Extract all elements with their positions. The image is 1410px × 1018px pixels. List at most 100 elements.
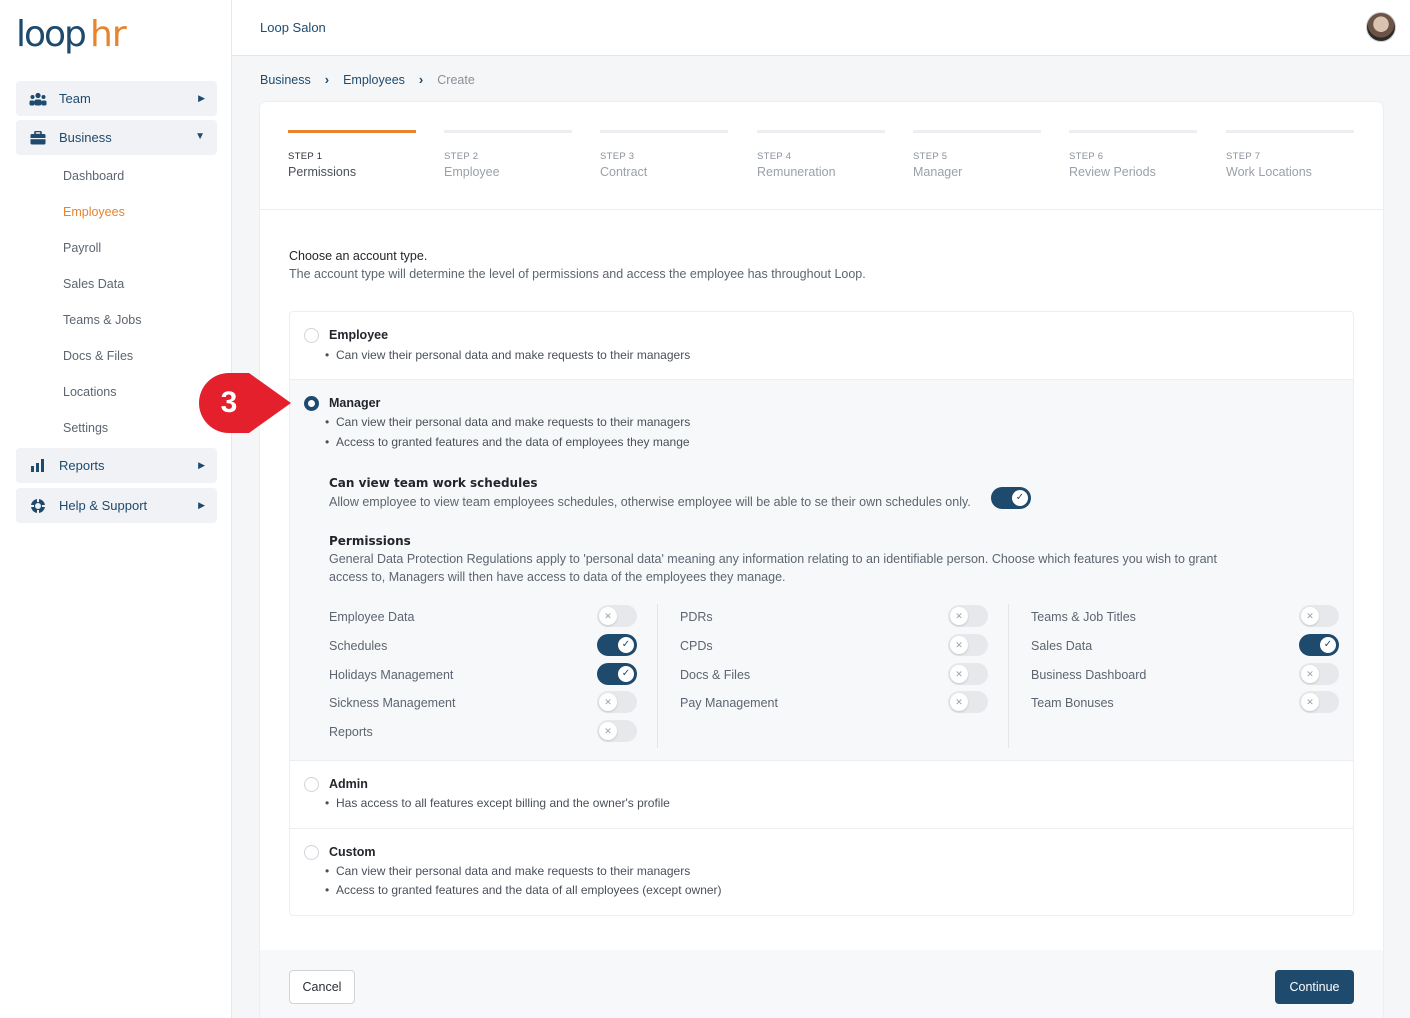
nav-reports[interactable]: Reports ▶ [16,448,217,483]
sidebar-item-employees[interactable]: Employees [63,205,125,219]
step-7[interactable]: STEP 7 Work Locations [1226,130,1354,179]
toggle-sickness[interactable]: ✕ [597,691,637,713]
step-number: STEP 7 [1226,151,1261,162]
sidebar-item-docs-files[interactable]: Docs & Files [63,349,133,363]
radio-custom[interactable] [304,845,319,860]
chevron-right-icon: › [324,72,330,87]
option-bullet: Access to granted features and the data … [325,435,690,449]
toggle-sales-data[interactable]: ✓ [1299,634,1339,656]
x-icon: ✕ [599,722,617,740]
radio-employee[interactable] [304,328,319,343]
toggle-pay-management[interactable]: ✕ [948,691,988,713]
toggle-reports[interactable]: ✕ [597,720,637,742]
perm-label-docs-files: Docs & Files [680,668,751,682]
step-name: Contract [600,165,648,179]
schedules-description: Allow employee to view team employees sc… [329,495,971,509]
sidebar-item-settings[interactable]: Settings [63,421,108,435]
create-employee-card: STEP 1 Permissions STEP 2 Employee STEP … [260,102,1383,1018]
x-icon: ✕ [950,665,968,683]
svg-text:loop: loop [16,14,85,55]
step-6[interactable]: STEP 6 Review Periods [1069,130,1197,179]
toggle-schedules[interactable]: ✓ [597,634,637,656]
step-name: Review Periods [1069,165,1156,179]
step-name: Remuneration [757,165,836,179]
radio-admin[interactable] [304,777,319,792]
x-icon: ✕ [950,693,968,711]
toggle-pdrs[interactable]: ✕ [948,605,988,627]
step-name: Work Locations [1226,165,1312,179]
perm-label-pdrs: PDRs [680,610,713,624]
toggle-docs-files[interactable]: ✕ [948,663,988,685]
account-option-employee[interactable]: Employee Can view their personal data an… [290,312,1353,379]
sidebar-item-teams-jobs[interactable]: Teams & Jobs [63,313,142,327]
nav-help-support[interactable]: Help & Support ▶ [16,488,217,523]
column-divider [1008,604,1009,748]
step-number: STEP 6 [1069,151,1104,162]
toggle-holidays[interactable]: ✓ [597,663,637,685]
section-title: Choose an account type. [289,249,428,263]
caret-right-icon: ▶ [198,500,205,510]
permissions-description: General Data Protection Regulations appl… [329,552,1217,584]
check-icon: ✓ [1011,489,1029,507]
team-icon [29,91,47,107]
option-bullet: Can view their personal data and make re… [325,864,690,878]
toggle-team-schedules[interactable]: ✓ [991,487,1031,509]
perm-label-schedules: Schedules [329,639,388,653]
step-name: Employee [444,165,500,179]
toggle-teams-job-titles[interactable]: ✕ [1299,605,1339,627]
toggle-employee-data[interactable]: ✕ [597,605,637,627]
caret-down-icon: ▼ [195,131,205,142]
sidebar-item-dashboard[interactable]: Dashboard [63,169,124,183]
perm-label-teams-job-titles: Teams & Job Titles [1031,610,1136,624]
account-option-admin[interactable]: Admin Has access to all features except … [290,761,1353,828]
briefcase-icon [29,130,47,146]
perm-label-reports: Reports [329,725,373,739]
breadcrumb: Business › Employees › Create [260,72,475,87]
continue-button[interactable]: Continue [1275,970,1354,1004]
step-5[interactable]: STEP 5 Manager [913,130,1041,179]
breadcrumb-employees[interactable]: Employees [343,73,405,87]
toggle-cpds[interactable]: ✕ [948,634,988,656]
lifebuoy-icon [29,498,47,514]
x-icon: ✕ [599,607,617,625]
caret-right-icon: ▶ [198,93,205,103]
check-icon: ✓ [617,636,635,654]
column-divider [657,604,658,748]
cancel-button[interactable]: Cancel [289,970,355,1004]
step-2[interactable]: STEP 2 Employee [444,130,572,179]
account-option-manager[interactable]: Manager Can view their personal data and… [290,380,1353,760]
option-bullet: Has access to all features except billin… [325,796,670,810]
toggle-business-dashboard[interactable]: ✕ [1299,663,1339,685]
step-1[interactable]: STEP 1 Permissions [288,130,416,179]
nav-business-label: Business [59,130,112,145]
nav-team[interactable]: Team ▶ [16,81,217,116]
option-bullet: Can view their personal data and make re… [325,415,690,429]
top-bar: Loop Salon [232,0,1410,56]
check-icon: ✓ [617,665,635,683]
step-annotation-marker: 3 [199,373,291,433]
loophr-logo[interactable]: loop hr [16,14,128,60]
card-footer: Cancel Continue [260,950,1383,1018]
step-3[interactable]: STEP 3 Contract [600,130,728,179]
nav-business[interactable]: Business ▼ [16,120,217,155]
x-icon: ✕ [950,607,968,625]
permissions-title: Permissions [329,534,411,548]
option-title: Admin [329,777,368,791]
user-avatar[interactable] [1366,12,1396,42]
step-number: STEP 1 [288,151,323,162]
x-icon: ✕ [1301,693,1319,711]
breadcrumb-business[interactable]: Business [260,73,311,87]
account-type-options: Employee Can view their personal data an… [289,311,1354,916]
sidebar-item-payroll[interactable]: Payroll [63,241,101,255]
x-icon: ✕ [1301,665,1319,683]
step-4[interactable]: STEP 4 Remuneration [757,130,885,179]
sidebar-item-sales-data[interactable]: Sales Data [63,277,124,291]
step-name: Permissions [288,165,357,179]
nav-help-label: Help & Support [59,498,148,513]
radio-manager[interactable] [304,396,319,411]
toggle-team-bonuses[interactable]: ✕ [1299,691,1339,713]
step-number: STEP 2 [444,151,479,162]
account-option-custom[interactable]: Custom Can view their personal data and … [290,829,1353,915]
sidebar-item-locations[interactable]: Locations [63,385,117,399]
perm-label-business-dashboard: Business Dashboard [1031,668,1147,682]
